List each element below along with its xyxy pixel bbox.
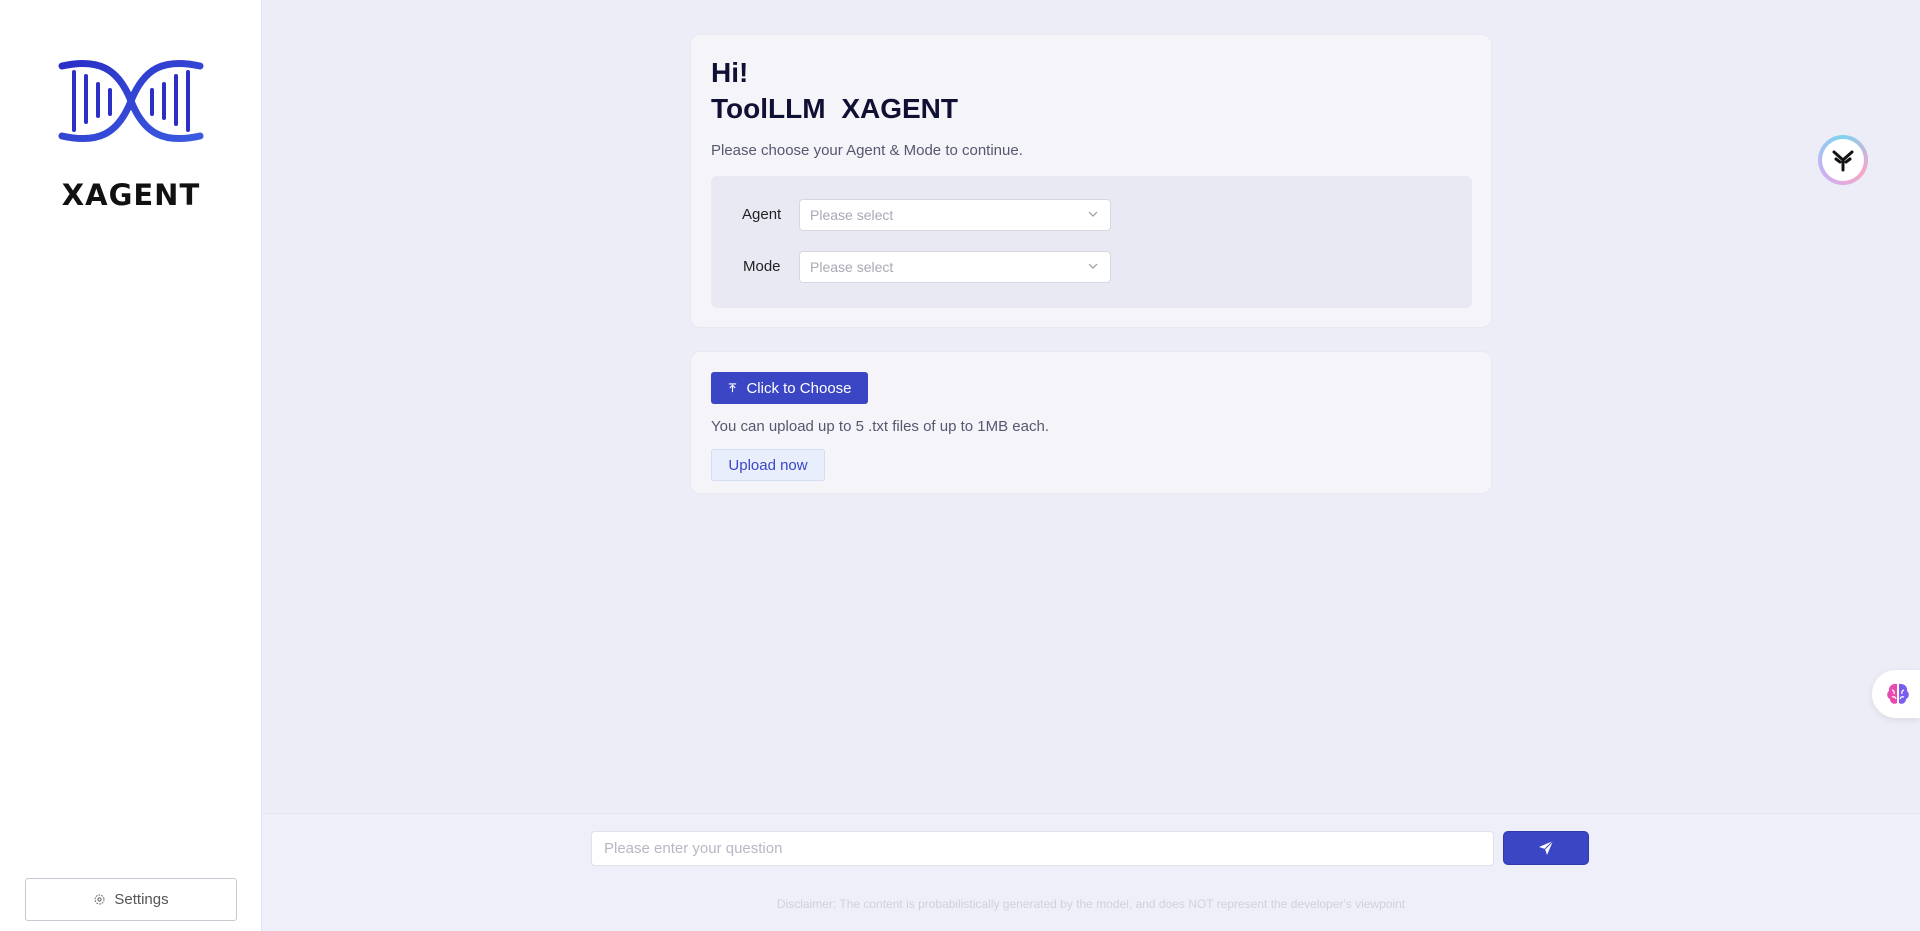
mode-label: Mode xyxy=(743,258,781,275)
chevron-down-icon xyxy=(1088,263,1098,269)
brain-side-tab[interactable] xyxy=(1872,670,1920,718)
send-button[interactable] xyxy=(1503,831,1589,865)
logo-text: XAGENT xyxy=(61,178,201,212)
agent-select[interactable]: Please select xyxy=(799,199,1111,231)
mode-select[interactable]: Please select xyxy=(799,251,1111,283)
settings-button[interactable]: Settings xyxy=(25,878,237,921)
question-input[interactable] xyxy=(591,831,1494,866)
click-to-choose-label: Click to Choose xyxy=(746,379,852,397)
agent-select-placeholder: Please select xyxy=(810,207,894,223)
assistant-avatar-icon xyxy=(1832,150,1854,172)
settings-label: Settings xyxy=(114,891,169,908)
dna-logo-icon xyxy=(58,59,204,143)
mode-select-placeholder: Please select xyxy=(810,259,894,275)
app-root: XAGENT Settings Hi! ToolLLM XAGENT Pleas… xyxy=(0,0,1920,931)
chat-input-bar: Disclaimer: The content is probabilistic… xyxy=(262,813,1920,931)
upload-now-button[interactable]: Upload now xyxy=(711,449,825,481)
paper-plane-icon xyxy=(1539,840,1554,855)
agent-label: Agent xyxy=(742,206,782,223)
main-area: Hi! ToolLLM XAGENT Please choose your Ag… xyxy=(262,0,1920,931)
selection-panel: Agent Please select Mode Please select xyxy=(711,176,1472,308)
upload-hint: You can upload up to 5 .txt files of up … xyxy=(711,418,1050,435)
upload-card: Click to Choose You can upload up to 5 .… xyxy=(690,351,1492,494)
click-to-choose-button[interactable]: Click to Choose xyxy=(711,372,868,404)
disclaimer-text: Disclaimer: The content is probabilistic… xyxy=(776,897,1406,911)
assistant-avatar-button[interactable] xyxy=(1818,135,1868,185)
upload-icon xyxy=(729,382,737,392)
welcome-subtitle: Please choose your Agent & Mode to conti… xyxy=(711,142,1023,159)
greeting: Hi! xyxy=(711,57,749,88)
welcome-title: ToolLLM XAGENT xyxy=(711,93,958,124)
sidebar: XAGENT Settings xyxy=(0,0,262,931)
brain-icon xyxy=(1887,683,1909,704)
chevron-down-icon xyxy=(1088,211,1098,217)
welcome-card: Hi! ToolLLM XAGENT Please choose your Ag… xyxy=(690,34,1492,328)
assistant-avatar xyxy=(1822,139,1864,181)
gear-icon xyxy=(94,894,105,905)
